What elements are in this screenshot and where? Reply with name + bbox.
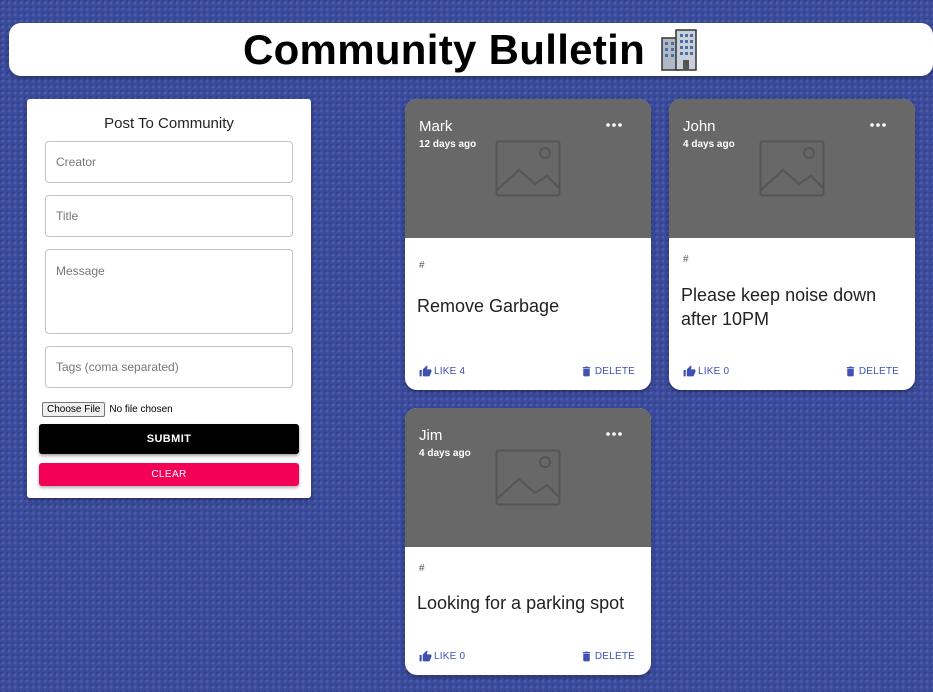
- like-button[interactable]: LIKE 0: [683, 365, 729, 378]
- like-label: LIKE 4: [434, 365, 466, 377]
- message-input[interactable]: [45, 249, 293, 334]
- like-button[interactable]: LIKE 0: [419, 650, 465, 663]
- post-card: Mark 12 days ago # Remove Garbage LIKE 4…: [405, 99, 651, 390]
- like-label: LIKE 0: [698, 365, 730, 377]
- like-label: LIKE 0: [434, 650, 466, 662]
- thumb-up-icon: [419, 650, 432, 661]
- post-title: Please keep noise down after 10PM: [681, 285, 877, 329]
- clear-button[interactable]: CLEAR: [39, 463, 299, 486]
- post-actions: LIKE 4 DELETE: [419, 364, 635, 378]
- post-creator: John: [683, 118, 716, 135]
- image-placeholder-icon: [495, 449, 561, 506]
- title-input[interactable]: [45, 195, 293, 237]
- thumb-up-icon: [683, 365, 696, 376]
- post-time: 4 days ago: [419, 448, 471, 459]
- delete-label: DELETE: [858, 365, 899, 377]
- trash-icon: [582, 366, 591, 376]
- post-actions: LIKE 0 DELETE: [419, 649, 635, 663]
- choose-file-button[interactable]: Choose File: [42, 402, 106, 417]
- app-bar: Community Bulletin: [9, 23, 933, 76]
- post-tags: #: [419, 563, 425, 574]
- thumb-up-icon: [419, 365, 432, 376]
- file-picker: Choose File No file chosen: [42, 402, 173, 417]
- trash-icon: [846, 366, 855, 376]
- more-options-icon[interactable]: [605, 428, 623, 440]
- post-title: Looking for a parking spot: [417, 593, 625, 613]
- post-media: John 4 days ago: [669, 99, 915, 238]
- post-title: Remove Garbage: [417, 296, 560, 316]
- post-creator: Jim: [419, 427, 443, 444]
- more-options-icon[interactable]: [605, 119, 623, 131]
- more-options-icon[interactable]: [869, 119, 887, 131]
- image-placeholder-icon: [759, 140, 825, 197]
- post-time: 4 days ago: [683, 139, 735, 150]
- delete-label: DELETE: [594, 650, 635, 662]
- tags-input[interactable]: [45, 346, 293, 388]
- delete-button[interactable]: DELETE: [844, 365, 899, 378]
- post-time: 12 days ago: [419, 139, 477, 150]
- post-creator: Mark: [419, 118, 453, 135]
- image-placeholder-icon: [495, 140, 561, 197]
- trash-icon: [582, 651, 591, 661]
- post-tags: #: [683, 254, 689, 265]
- delete-button[interactable]: DELETE: [580, 365, 635, 378]
- like-button[interactable]: LIKE 4: [419, 365, 465, 378]
- file-status: No file chosen: [109, 404, 173, 415]
- post-media: Jim 4 days ago: [405, 408, 651, 547]
- post-media: Mark 12 days ago: [405, 99, 651, 238]
- office-building-icon: [661, 28, 697, 71]
- delete-label: DELETE: [594, 365, 635, 377]
- post-card: Jim 4 days ago # Looking for a parking s…: [405, 408, 651, 675]
- post-card: John 4 days ago # Please keep noise down…: [669, 99, 915, 390]
- page-title: Community Bulletin: [242, 25, 646, 73]
- form-title: Post To Community: [104, 115, 234, 132]
- post-tags: #: [419, 260, 425, 271]
- delete-button[interactable]: DELETE: [580, 650, 635, 663]
- creator-input[interactable]: [45, 141, 293, 183]
- post-actions: LIKE 0 DELETE: [683, 364, 899, 378]
- post-form: Post To Community Choose File No file ch…: [27, 99, 311, 498]
- submit-button[interactable]: SUBMIT: [39, 424, 299, 454]
